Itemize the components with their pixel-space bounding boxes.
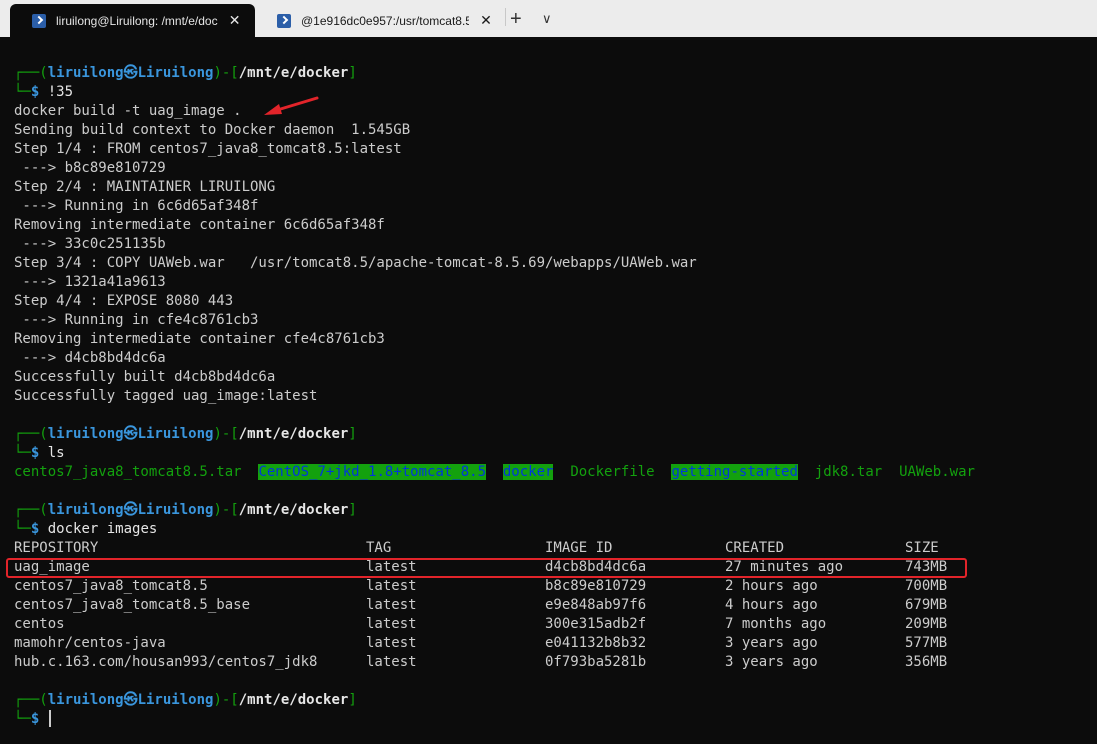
prompt-user: liruilong [47, 65, 124, 81]
close-icon[interactable]: ✕ [228, 12, 242, 29]
prompt-user: liruilong [47, 692, 124, 708]
cell-image-id: 0f793ba5281b [545, 654, 647, 670]
output-line: Step 2/4 : MAINTAINER LIRUILONG [14, 179, 276, 195]
chevron-down-icon[interactable]: ∨ [542, 8, 552, 30]
prompt-user: liruilong [47, 426, 124, 442]
tab-liruilong[interactable]: liruilong@Liruilong: /mnt/e/doc ✕ [10, 4, 255, 37]
cell-created: 2 hours ago [725, 578, 818, 594]
output-line: Successfully built d4cb8bd4dc6a [14, 369, 276, 385]
cell-size: 209MB [905, 616, 948, 632]
table-header-created: CREATED [725, 540, 785, 556]
cell-image-id: e041132b8b32 [545, 635, 647, 651]
cell-tag: latest [366, 635, 417, 651]
cell-repository: hub.c.163.com/housan993/centos7_jdk8 [14, 654, 318, 670]
tab-tomcat-container[interactable]: @1e916dc0e957:/usr/tomcat8.5 ✕ [255, 4, 495, 37]
cell-created: 7 months ago [725, 616, 827, 632]
command-line: └─$ ls [14, 445, 65, 461]
output-line: Successfully tagged uag_image:latest [14, 388, 318, 404]
output-line: Removing intermediate container cfe4c876… [14, 331, 385, 347]
prompt-path: /mnt/e/docker [238, 692, 349, 708]
table-header-tag: TAG [366, 540, 392, 556]
cell-created: 4 hours ago [725, 597, 818, 613]
cell-tag: latest [366, 616, 417, 632]
command-text: docker images [47, 521, 158, 537]
output-line: Removing intermediate container 6c6d65af… [14, 217, 385, 233]
output-line: Sending build context to Docker daemon 1… [14, 122, 411, 138]
powershell-icon [277, 13, 291, 28]
prompt-host: Liruilong [137, 502, 214, 518]
cell-tag: latest [366, 578, 417, 594]
cell-repository: centos7_java8_tomcat8.5 [14, 578, 208, 594]
prompt-sep: ㉿ [123, 426, 138, 442]
cell-repository: centos [14, 616, 65, 632]
prompt-line: ┌──(liruilong㉿Liruilong)-[/mnt/e/docker] [14, 692, 357, 708]
command-text: ls [47, 445, 65, 461]
output-line: Step 1/4 : FROM centos7_java8_tomcat8.5:… [14, 141, 402, 157]
scrollbar[interactable] [1087, 37, 1097, 744]
prompt-host: Liruilong [137, 692, 214, 708]
command-line[interactable]: └─$ [14, 710, 48, 729]
prompt-path: /mnt/e/docker [238, 426, 349, 442]
cell-size: 700MB [905, 578, 948, 594]
ls-output: centos7_java8_tomcat8.5.tar CentOS_7+jkd… [14, 463, 975, 482]
prompt-line: ┌──(liruilong㉿Liruilong)-[/mnt/e/docker] [14, 426, 357, 442]
text-cursor [49, 710, 51, 727]
cell-created: 3 years ago [725, 654, 818, 670]
prompt-line: ┌──(liruilong㉿Liruilong)-[/mnt/e/docker] [14, 65, 357, 81]
cell-created: 3 years ago [725, 635, 818, 651]
ls-entry-dir: getting-started [671, 464, 798, 480]
prompt-path: /mnt/e/docker [238, 65, 349, 81]
cell-size: 679MB [905, 597, 948, 613]
prompt-sep: ㉿ [123, 65, 138, 81]
command-line: └─$ !35 [14, 84, 74, 100]
highlight-box-annotation [6, 558, 967, 578]
prompt-sep: ㉿ [123, 692, 138, 708]
prompt-host: Liruilong [137, 426, 214, 442]
cell-tag: latest [366, 654, 417, 670]
ls-entry-dir: docker [502, 464, 554, 480]
close-icon[interactable]: ✕ [479, 12, 493, 29]
cell-tag: latest [366, 597, 417, 613]
powershell-icon [32, 13, 46, 28]
table-header-image-id: IMAGE ID [545, 540, 613, 556]
prompt-host: Liruilong [137, 65, 214, 81]
prompt-line: ┌──(liruilong㉿Liruilong)-[/mnt/e/docker] [14, 502, 357, 518]
table-header-repository: REPOSITORY [14, 540, 99, 556]
cell-size: 356MB [905, 654, 948, 670]
output-line: ---> d4cb8bd4dc6a [14, 350, 166, 366]
ls-entry-file: centos7_java8_tomcat8.5.tar [14, 464, 242, 480]
output-line: docker build -t uag_image . [14, 103, 242, 119]
red-arrow-annotation [264, 96, 319, 115]
tab-title: liruilong@Liruilong: /mnt/e/doc [56, 13, 218, 28]
command-line: └─$ docker images [14, 521, 158, 537]
prompt-user: liruilong [47, 502, 124, 518]
cell-image-id: e9e848ab97f6 [545, 597, 647, 613]
ls-entry-file: Dockerfile [570, 464, 655, 480]
output-line: ---> 1321a41a9613 [14, 274, 166, 290]
cell-size: 577MB [905, 635, 948, 651]
new-tab-button[interactable]: + [510, 8, 522, 30]
output-line: Step 4/4 : EXPOSE 8080 443 [14, 293, 234, 309]
output-line: ---> 33c0c251135b [14, 236, 166, 252]
output-line: ---> Running in cfe4c8761cb3 [14, 312, 259, 328]
tab-bar: liruilong@Liruilong: /mnt/e/doc ✕ @1e916… [0, 0, 1097, 37]
ls-entry-file: UAWeb.war [899, 464, 975, 480]
output-line: ---> Running in 6c6d65af348f [14, 198, 259, 214]
tab-divider [505, 8, 506, 26]
prompt-path: /mnt/e/docker [238, 502, 349, 518]
tab-title: @1e916dc0e957:/usr/tomcat8.5 [301, 13, 469, 28]
ls-entry-file: jdk8.tar [814, 464, 883, 480]
table-header-size: SIZE [905, 540, 939, 556]
cell-image-id: 300e315adb2f [545, 616, 647, 632]
command-text: !35 [47, 84, 74, 100]
output-line: ---> b8c89e810729 [14, 160, 166, 176]
ls-entry-dir: CentOS_7+jkd_1.8+tomcat_8.5 [258, 464, 487, 480]
cell-image-id: b8c89e810729 [545, 578, 647, 594]
cell-repository: mamohr/centos-java [14, 635, 166, 651]
cell-repository: centos7_java8_tomcat8.5_base [14, 597, 251, 613]
prompt-sep: ㉿ [123, 502, 138, 518]
output-line: Step 3/4 : COPY UAWeb.war /usr/tomcat8.5… [14, 255, 697, 271]
